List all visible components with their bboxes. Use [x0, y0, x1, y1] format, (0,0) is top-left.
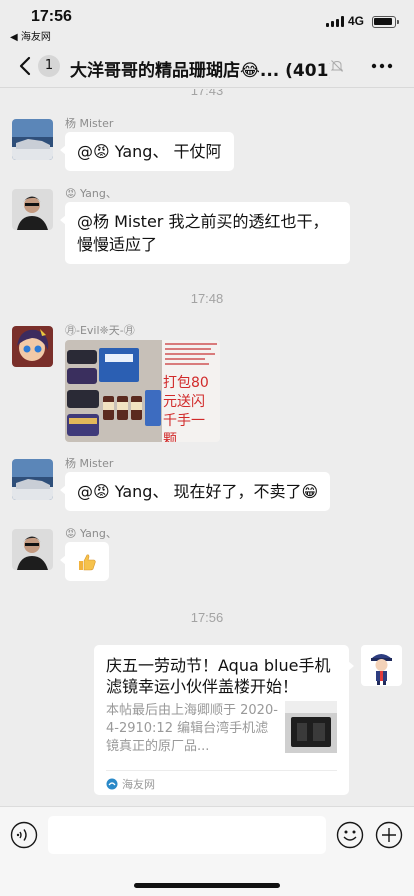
shared-link-card[interactable]: 庆五一劳动节！Aqua blue手机滤镜幸运小伙伴盖楼开始！ 本帖最后由上海卿顺…: [94, 645, 354, 795]
status-bar: 17:56 ◀ 海友网 4G: [0, 0, 414, 44]
card-description: 本帖最后由上海卿顺于 2020-4-2910:12 编辑台湾手机滤镜真正的原厂品…: [106, 703, 278, 754]
plus-icon[interactable]: [375, 821, 403, 849]
my-avatar[interactable]: [361, 645, 402, 686]
more-dots-icon[interactable]: [370, 62, 394, 70]
status-time: 17:56: [31, 8, 72, 25]
chat-header: 1 大洋哥哥的精品珊瑚店😂... (401): [0, 44, 414, 88]
input-bar: [0, 806, 414, 896]
back-to-app-link[interactable]: ◀ 海友网: [10, 28, 51, 43]
chevron-left-icon[interactable]: [14, 54, 38, 78]
emoji-icon[interactable]: [336, 821, 364, 849]
battery-icon: [372, 16, 399, 28]
image-caption: 打包80元送闪千手一颗: [163, 375, 209, 442]
unread-count-badge[interactable]: 1: [38, 55, 60, 77]
home-indicator[interactable]: [134, 883, 280, 888]
group-title: 大洋哥哥的精品珊瑚店😂... (401): [70, 61, 330, 81]
product-photo[interactable]: 打包80元送闪千手一颗: [65, 340, 220, 442]
message-bubble[interactable]: @😡 Yang、 现在好了，不卖了😁: [59, 472, 331, 511]
sender-name: 杨 Mister: [65, 457, 114, 470]
card-title: 庆五一劳动节！Aqua blue手机滤镜幸运小伙伴盖楼开始！: [106, 656, 331, 696]
chat-history[interactable]: 17:43 杨 Mister @😡 Yang、 干仗阿 😡 Yang、 @杨 M…: [0, 89, 414, 805]
timestamp: 17:48: [190, 291, 224, 306]
network-type: 4G: [348, 14, 365, 28]
avatar[interactable]: [12, 119, 53, 160]
sender-name: 杨 Mister: [65, 117, 114, 130]
card-source: 海友网: [106, 770, 337, 792]
sender-name: ㊊-Evil❈天-㊊: [65, 324, 135, 337]
avatar[interactable]: [12, 459, 53, 500]
avatar[interactable]: [12, 189, 53, 230]
card-source-label: 海友网: [122, 778, 155, 791]
avatar[interactable]: [12, 326, 53, 367]
message-input[interactable]: [48, 816, 326, 854]
timestamp: 17:43: [190, 89, 224, 98]
timestamp: 17:56: [190, 610, 224, 625]
voice-icon[interactable]: [10, 821, 38, 849]
sender-name: 😡 Yang、: [65, 187, 117, 200]
mute-bell-icon: [330, 60, 344, 72]
signal-icon: [326, 16, 344, 27]
source-app-icon: [106, 778, 118, 790]
thumbs-up-icon: [79, 554, 96, 571]
message-bubble[interactable]: [60, 542, 109, 581]
message-bubble[interactable]: @杨 Mister 我之前买的透红也干，慢慢适应了: [60, 202, 350, 264]
message-bubble[interactable]: @😡 Yang、 干仗阿: [60, 132, 234, 171]
card-thumbnail: [285, 701, 337, 753]
avatar[interactable]: [12, 529, 53, 570]
sender-name: 😡 Yang、: [65, 527, 117, 540]
